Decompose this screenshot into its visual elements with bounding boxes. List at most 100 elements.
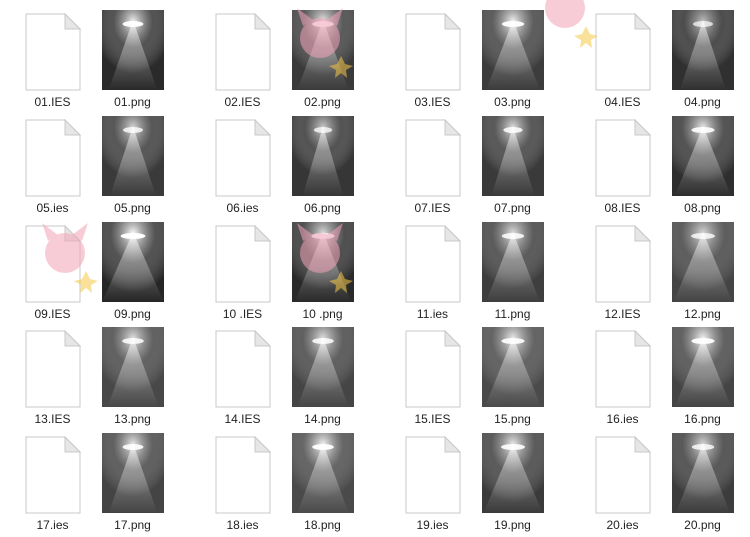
file-name-label: 14.png xyxy=(304,412,341,426)
file-thumbnail xyxy=(85,432,180,517)
light-distribution-thumbnail xyxy=(672,327,734,407)
file-item-png[interactable]: 18.png xyxy=(275,432,370,537)
file-name-label: 04.png xyxy=(684,95,721,109)
file-document-icon xyxy=(405,13,461,91)
file-name-label: 20.png xyxy=(684,518,721,532)
file-thumbnail xyxy=(275,9,370,94)
file-name-label: 01.png xyxy=(114,95,151,109)
file-document-icon xyxy=(595,225,651,303)
file-name-label: 06.png xyxy=(304,201,341,215)
file-thumbnail xyxy=(275,432,370,517)
file-thumbnail xyxy=(655,9,750,94)
file-item-png[interactable]: 03.png xyxy=(465,9,560,114)
light-distribution-thumbnail xyxy=(102,222,164,302)
file-thumbnail xyxy=(655,115,750,200)
file-item-png[interactable]: 12.png xyxy=(655,221,750,326)
file-name-label: 18.png xyxy=(304,518,341,532)
file-item-png[interactable]: 11.png xyxy=(465,221,560,326)
file-thumbnail xyxy=(465,221,560,306)
file-name-label: 07.png xyxy=(494,201,531,215)
file-thumbnail xyxy=(275,221,370,306)
file-name-label: 15.png xyxy=(494,412,531,426)
file-thumbnail xyxy=(465,432,560,517)
file-document-icon xyxy=(215,436,271,514)
file-item-png[interactable]: 04.png xyxy=(655,9,750,114)
file-document-icon xyxy=(595,330,651,408)
file-name-label: 19.png xyxy=(494,518,531,532)
light-distribution-thumbnail xyxy=(482,222,544,302)
file-name-label: 09.png xyxy=(114,307,151,321)
file-item-png[interactable]: 02.png xyxy=(275,9,370,114)
light-distribution-thumbnail xyxy=(672,10,734,90)
light-distribution-thumbnail xyxy=(672,116,734,196)
file-name-label: 17.png xyxy=(114,518,151,532)
light-distribution-thumbnail xyxy=(292,433,354,513)
file-document-icon xyxy=(405,436,461,514)
file-document-icon xyxy=(595,119,651,197)
light-distribution-thumbnail xyxy=(482,327,544,407)
light-distribution-thumbnail xyxy=(482,433,544,513)
file-item-png[interactable]: 13.png xyxy=(85,326,180,431)
file-thumbnail xyxy=(465,9,560,94)
file-grid: 01.IES 01.png 02.IES 02.png 03.IES 03.png 04.I… xyxy=(0,0,750,537)
file-thumbnail xyxy=(465,326,560,411)
file-document-icon xyxy=(215,13,271,91)
file-document-icon xyxy=(595,13,651,91)
file-thumbnail xyxy=(655,221,750,306)
light-distribution-thumbnail xyxy=(482,10,544,90)
file-name-label: 12.png xyxy=(684,307,721,321)
file-name-label: 05.png xyxy=(114,201,151,215)
file-document-icon xyxy=(25,13,81,91)
light-distribution-thumbnail xyxy=(672,433,734,513)
file-item-png[interactable]: 09.png xyxy=(85,221,180,326)
light-distribution-thumbnail xyxy=(102,116,164,196)
light-distribution-thumbnail xyxy=(102,10,164,90)
file-item-png[interactable]: 20.png xyxy=(655,432,750,537)
file-item-png[interactable]: 10 .png xyxy=(275,221,370,326)
file-document-icon xyxy=(25,119,81,197)
light-distribution-thumbnail xyxy=(292,222,354,302)
file-item-png[interactable]: 14.png xyxy=(275,326,370,431)
light-distribution-thumbnail xyxy=(292,116,354,196)
file-document-icon xyxy=(215,330,271,408)
light-distribution-thumbnail xyxy=(102,433,164,513)
file-item-png[interactable]: 16.png xyxy=(655,326,750,431)
file-thumbnail xyxy=(655,326,750,411)
file-thumbnail xyxy=(275,115,370,200)
file-thumbnail xyxy=(655,432,750,517)
file-thumbnail xyxy=(465,115,560,200)
file-thumbnail xyxy=(85,221,180,306)
file-document-icon xyxy=(405,119,461,197)
file-name-label: 16.png xyxy=(684,412,721,426)
light-distribution-thumbnail xyxy=(672,222,734,302)
file-thumbnail xyxy=(85,115,180,200)
file-document-icon xyxy=(405,225,461,303)
light-distribution-thumbnail xyxy=(292,327,354,407)
file-item-png[interactable]: 01.png xyxy=(85,9,180,114)
file-document-icon xyxy=(25,436,81,514)
file-thumbnail xyxy=(275,326,370,411)
file-name-label: 02.png xyxy=(304,95,341,109)
file-document-icon xyxy=(215,119,271,197)
light-distribution-thumbnail xyxy=(292,10,354,90)
file-item-png[interactable]: 05.png xyxy=(85,115,180,220)
light-distribution-thumbnail xyxy=(102,327,164,407)
file-item-png[interactable]: 06.png xyxy=(275,115,370,220)
file-name-label: 08.png xyxy=(684,201,721,215)
file-item-png[interactable]: 19.png xyxy=(465,432,560,537)
file-item-png[interactable]: 17.png xyxy=(85,432,180,537)
file-name-label: 03.png xyxy=(494,95,531,109)
file-name-label: 10 .png xyxy=(302,307,343,321)
file-thumbnail xyxy=(85,326,180,411)
file-thumbnail xyxy=(85,9,180,94)
file-document-icon xyxy=(595,436,651,514)
file-document-icon xyxy=(25,330,81,408)
file-item-png[interactable]: 15.png xyxy=(465,326,560,431)
file-item-png[interactable]: 08.png xyxy=(655,115,750,220)
file-document-icon xyxy=(25,225,81,303)
file-name-label: 11.png xyxy=(494,307,531,321)
light-distribution-thumbnail xyxy=(482,116,544,196)
file-name-label: 13.png xyxy=(114,412,151,426)
file-document-icon xyxy=(215,225,271,303)
file-item-png[interactable]: 07.png xyxy=(465,115,560,220)
